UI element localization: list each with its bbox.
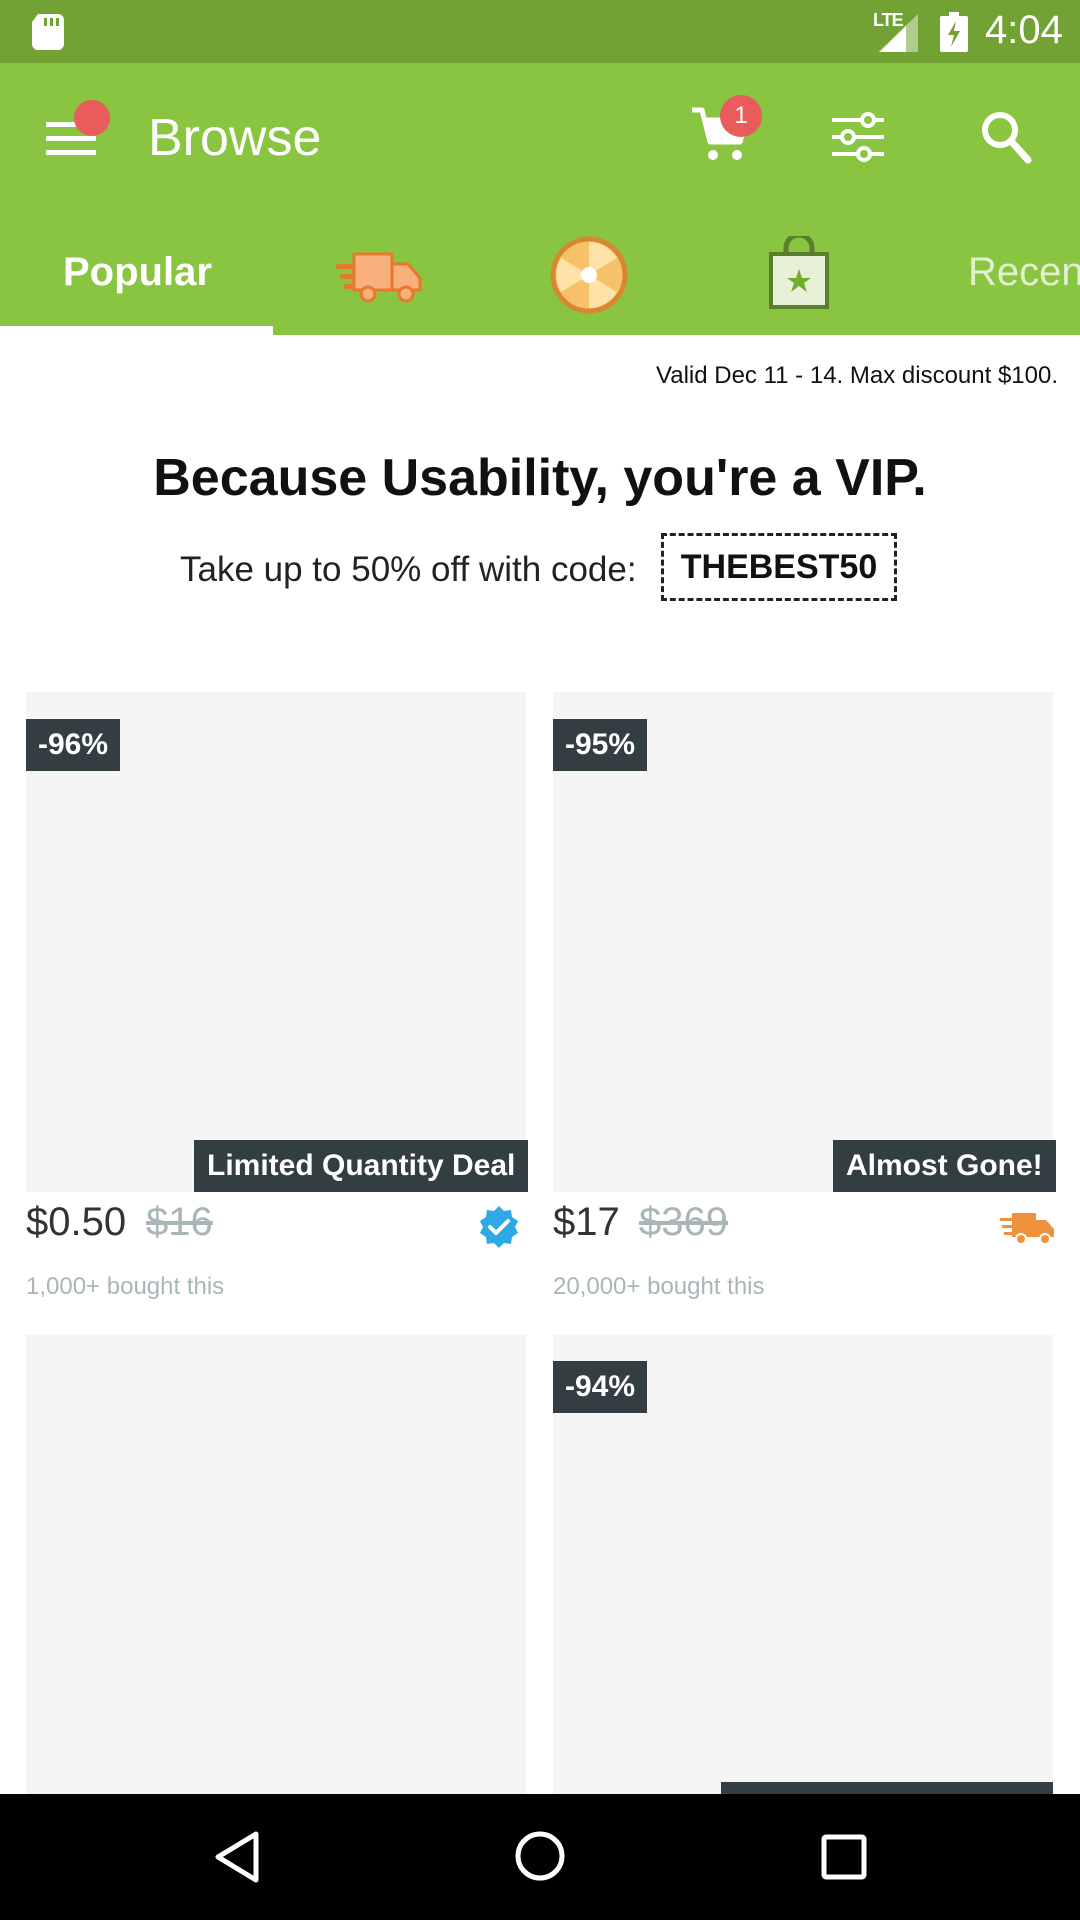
page-title: Browse (148, 109, 322, 167)
home-icon[interactable] (514, 1830, 566, 1882)
deal-tag (721, 1782, 1053, 1794)
signal-icon (878, 14, 918, 52)
search-icon[interactable] (980, 110, 1032, 164)
battery-charging-icon (940, 12, 968, 52)
filter-icon[interactable] (832, 112, 884, 162)
tab-indicator (0, 326, 273, 335)
deal-bought-count: 20,000+ bought this (553, 1273, 765, 1300)
status-bar: LTE 4:04 (0, 0, 1080, 63)
deal-original-price: $16 (146, 1200, 213, 1244)
notification-dot (74, 100, 110, 136)
tab-recent-label[interactable]: Recen (968, 250, 1080, 295)
deal-bought-count: 1,000+ bought this (26, 1273, 225, 1300)
sd-card-icon (32, 14, 64, 50)
promo-headline: Because Usability, you're a VIP. (153, 449, 927, 507)
promo-valid-text: Valid Dec 11 - 14. Max discount $100. (656, 362, 1058, 389)
deal-price: $17 (553, 1200, 620, 1244)
deal-image[interactable] (26, 1335, 526, 1795)
recent-apps-icon[interactable] (821, 1834, 867, 1880)
clock: 4:04 (985, 8, 1063, 52)
back-icon[interactable] (212, 1830, 262, 1884)
discount-badge: -95% (553, 719, 648, 771)
shopping-bag-star-icon[interactable] (768, 236, 830, 310)
discount-badge: -94% (553, 1361, 648, 1413)
deal-price: $0.50 (26, 1200, 127, 1244)
deal-original-price: $369 (639, 1200, 728, 1244)
cart-count-badge: 1 (720, 95, 762, 137)
fast-shipping-icon (1000, 1213, 1054, 1245)
spin-wheel-icon[interactable] (550, 236, 628, 314)
verified-check-icon (480, 1206, 518, 1248)
deal-tag: Almost Gone! (833, 1140, 1056, 1192)
deal-tag: Limited Quantity Deal (194, 1140, 529, 1192)
promo-code[interactable]: THEBEST50 (661, 533, 897, 601)
delivery-truck-icon[interactable] (336, 248, 422, 304)
promo-code-text: Take up to 50% off with code: (180, 550, 637, 589)
discount-badge: -96% (26, 719, 121, 771)
tab-popular-label[interactable]: Popular (63, 250, 212, 295)
